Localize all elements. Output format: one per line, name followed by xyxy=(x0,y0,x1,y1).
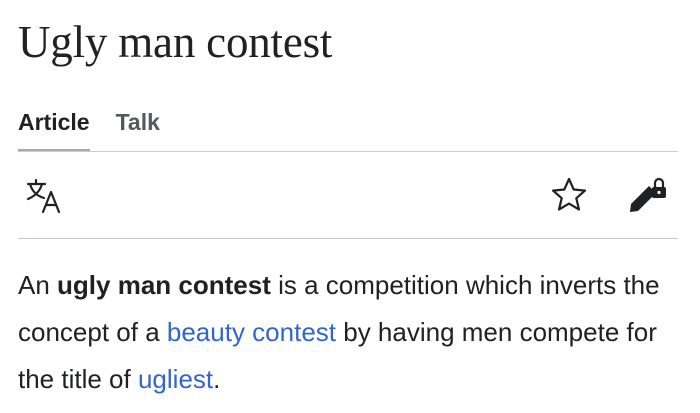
tab-talk[interactable]: Talk xyxy=(116,104,160,152)
translate-icon[interactable] xyxy=(26,178,62,214)
tab-article[interactable]: Article xyxy=(18,104,90,152)
toolbar-divider xyxy=(18,238,678,239)
page-tabs: Article Talk xyxy=(18,104,160,152)
article-lede: An ugly man contest is a competition whi… xyxy=(18,262,682,403)
link-ugliest[interactable]: ugliest xyxy=(138,364,213,394)
link-beauty-contest[interactable]: beauty contest xyxy=(167,317,336,347)
lede-period: . xyxy=(213,364,221,394)
star-icon[interactable] xyxy=(551,177,587,213)
lede-intro: An xyxy=(18,270,58,300)
pencil-lock-icon[interactable] xyxy=(627,175,669,215)
page-title: Ugly man contest xyxy=(18,17,333,67)
lede-bold-term: ugly man contest xyxy=(57,270,271,300)
tabs-divider xyxy=(18,151,678,152)
